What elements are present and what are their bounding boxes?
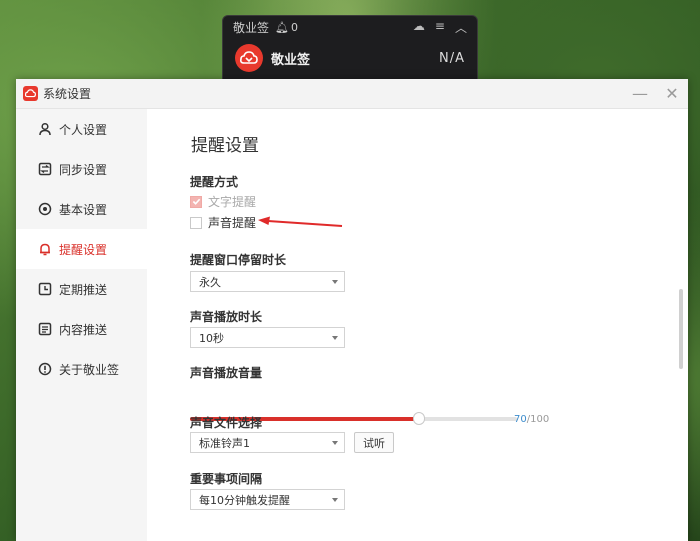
sidebar-item-sync[interactable]: 同步设置 — [16, 149, 147, 189]
widget-count: 0 — [290, 20, 298, 34]
window-duration-label: 提醒窗口停留时长 — [190, 253, 287, 267]
settings-content: 提醒设置 提醒方式 文字提醒 声音提醒 提醒窗口停留时长 永久 声音播放时长 1… — [147, 109, 688, 541]
sound-file-select[interactable]: 标准铃声1 — [190, 432, 345, 453]
sound-file-label: 声音文件选择 — [190, 416, 263, 430]
dialog-title: 系统设置 — [43, 87, 92, 101]
volume-thumb[interactable] — [412, 412, 425, 425]
bell-icon[interactable]: 🔔︎ — [275, 21, 289, 34]
preview-sound-button[interactable]: 试听 — [354, 432, 394, 453]
sidebar-item-basic[interactable]: 基本设置 — [16, 189, 147, 229]
page-title: 提醒设置 — [191, 136, 259, 156]
annotation-arrow-icon — [258, 216, 343, 227]
sidebar-item-label: 定期推送 — [59, 282, 108, 297]
chevron-down-icon — [332, 280, 338, 284]
document-icon — [38, 322, 52, 336]
person-icon — [38, 122, 52, 136]
bell-icon — [38, 242, 52, 256]
sidebar-item-label: 提醒设置 — [59, 242, 108, 257]
chevron-down-icon — [332, 441, 338, 445]
sound-duration-label: 声音播放时长 — [190, 310, 263, 324]
widget-title: 敬业签 — [233, 20, 270, 35]
window-duration-value: 永久 — [199, 275, 221, 289]
sidebar-item-reminder[interactable]: 提醒设置 — [16, 229, 147, 269]
sidebar-item-label: 内容推送 — [59, 322, 108, 337]
cloud-icon[interactable]: ☁ — [413, 19, 425, 36]
minimize-button[interactable]: — — [624, 79, 656, 109]
widget-header: 敬业签 🔔︎ 0 ☁ ≡ ︿ — [223, 16, 477, 38]
sound-duration-value: 10秒 — [199, 331, 224, 345]
sound-remind-checkbox[interactable]: 声音提醒 — [190, 214, 256, 231]
volume-max: /100 — [526, 414, 550, 425]
info-icon — [38, 362, 52, 376]
settings-icon — [38, 202, 52, 216]
volume-value: 70 — [514, 414, 527, 425]
mini-widget: 敬业签 🔔︎ 0 ☁ ≡ ︿ 敬业签 N/A — [222, 15, 478, 81]
sidebar-item-label: 关于敬业签 — [59, 362, 120, 377]
sidebar-item-content-push[interactable]: 内容推送 — [16, 309, 147, 349]
chevron-up-icon[interactable]: ︿ — [455, 19, 467, 36]
app-logo-icon — [23, 86, 38, 101]
chevron-down-icon — [332, 336, 338, 340]
sound-file-value: 标准铃声1 — [199, 436, 250, 450]
sound-remind-label: 声音提醒 — [208, 216, 257, 230]
window-duration-select[interactable]: 永久 — [190, 271, 345, 292]
text-remind-checkbox[interactable]: 文字提醒 — [190, 193, 256, 210]
dialog-titlebar: 系统设置 — ✕ — [16, 79, 688, 109]
settings-dialog: 系统设置 — ✕ 个人设置 同步设置 基本设置 提醒设置 定期推送 内容推送 关… — [16, 79, 688, 541]
remind-method-label: 提醒方式 — [190, 175, 239, 189]
text-remind-label: 文字提醒 — [208, 195, 257, 209]
settings-sidebar: 个人设置 同步设置 基本设置 提醒设置 定期推送 内容推送 关于敬业签 — [16, 109, 147, 541]
sidebar-item-about[interactable]: 关于敬业签 — [16, 349, 147, 389]
sidebar-item-label: 同步设置 — [59, 162, 108, 177]
important-interval-select[interactable]: 每10分钟触发提醒 — [190, 489, 345, 510]
sync-icon — [38, 162, 52, 176]
clock-icon — [38, 282, 52, 296]
chevron-down-icon — [332, 498, 338, 502]
widget-account-row[interactable]: 敬业签 N/A — [223, 38, 477, 78]
app-logo-icon — [235, 44, 263, 72]
widget-app-name: 敬业签 — [271, 52, 311, 68]
menu-icon[interactable]: ≡ — [435, 19, 445, 36]
important-interval-value: 每10分钟触发提醒 — [199, 493, 290, 507]
sidebar-item-label: 个人设置 — [59, 122, 108, 137]
volume-label: 声音播放音量 — [190, 366, 263, 380]
checkbox-checked-icon — [190, 195, 202, 208]
volume-readout: 70/100 — [514, 414, 549, 425]
important-interval-label: 重要事项间隔 — [190, 472, 263, 486]
close-button[interactable]: ✕ — [656, 79, 688, 109]
content-scrollbar[interactable] — [679, 289, 683, 369]
widget-value: N/A — [439, 50, 465, 66]
sidebar-item-label: 基本设置 — [59, 202, 108, 217]
sound-duration-select[interactable]: 10秒 — [190, 327, 345, 348]
checkbox-unchecked-icon — [190, 216, 202, 229]
sidebar-item-personal[interactable]: 个人设置 — [16, 109, 147, 149]
sidebar-item-scheduled-push[interactable]: 定期推送 — [16, 269, 147, 309]
